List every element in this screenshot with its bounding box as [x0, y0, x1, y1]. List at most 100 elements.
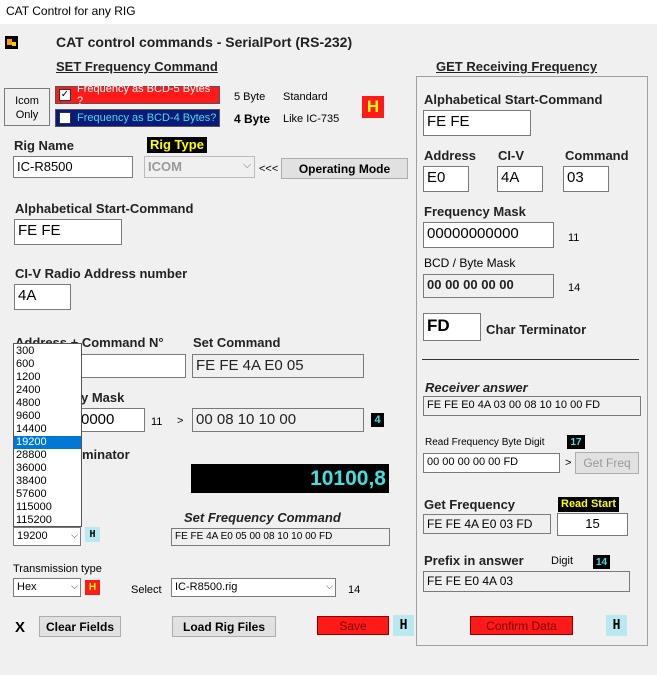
read-start-input[interactable]: 15: [557, 513, 628, 536]
page-title: CAT control commands - SerialPort (RS-23…: [56, 34, 353, 50]
read-start-label: Read Start: [558, 497, 620, 512]
baud-rate-dropdown[interactable]: 300 600 1200 2400 4800 9600 14400 19200 …: [13, 343, 82, 527]
h-badge-confirm[interactable]: H: [606, 615, 627, 636]
rig-type-select[interactable]: ICOM ⌵: [144, 156, 255, 178]
window-title-bar: CAT Control for any RIG: [0, 0, 657, 24]
window-title: CAT Control for any RIG: [6, 4, 136, 18]
bcd4-checkbox[interactable]: [59, 112, 71, 124]
byte5-text: 5 Byte: [234, 91, 266, 103]
rig-file-select[interactable]: IC-R8500.rig ⌵: [171, 578, 336, 597]
transmission-type-label: Transmission type: [13, 563, 102, 575]
baud-rate-value: 19200: [17, 530, 48, 542]
bcd-mask-value: 00 08 10 10 00: [192, 408, 364, 432]
baud-option[interactable]: 2400: [14, 384, 81, 397]
mask-length: 11: [151, 416, 163, 428]
civ-address-input[interactable]: 4A: [14, 284, 71, 310]
set-command-value: FE FE 4A E0 05: [192, 354, 364, 378]
icom-only-box: Icom Only: [4, 88, 50, 126]
get-section-heading: GET Receiving Frequency: [436, 59, 598, 74]
get-frequency-mask-label: Frequency Mask: [424, 204, 526, 219]
chevron-down-icon: ⌵: [71, 581, 78, 591]
alpha-start-label: Alphabetical Start-Command: [15, 201, 194, 216]
set-command-label: Set Command: [193, 335, 281, 350]
arrows-text: <<<: [259, 163, 279, 175]
receiver-answer-value: FE FE E0 4A 03 00 08 10 10 00 FD: [423, 396, 641, 416]
baud-option[interactable]: 4800: [14, 397, 81, 410]
gt-symbol: >: [177, 415, 184, 427]
get-command-input[interactable]: 03: [563, 166, 609, 192]
h-badge-save[interactable]: H: [393, 615, 414, 636]
transmission-type-select[interactable]: Hex ⌵: [13, 578, 81, 597]
bcd-byte-mask-value: 00 00 00 00 00: [423, 274, 554, 298]
frequency-display: 10100,8: [191, 464, 389, 493]
standard-text: Standard: [283, 91, 328, 103]
get-freq-button[interactable]: Get Freq: [575, 452, 639, 474]
bcd-byte-mask-length: 14: [568, 282, 581, 294]
get-frequency-mask-length: 11: [568, 232, 580, 244]
prefix-in-answer-label: Prefix in answer: [424, 553, 524, 568]
civ-address-label: CI-V Radio Address number: [15, 266, 188, 281]
section-divider: [422, 359, 639, 360]
char-terminator-label-get: Char Terminator: [486, 322, 587, 337]
rig-type-value: ICOM: [148, 159, 182, 174]
baud-option[interactable]: 38400: [14, 475, 81, 488]
chevron-down-icon: ⌵: [326, 581, 333, 591]
get-frequency-mask-input[interactable]: 00000000000: [423, 222, 554, 248]
operating-mode-button[interactable]: Operating Mode: [281, 158, 408, 179]
baud-option[interactable]: 9600: [14, 410, 81, 423]
confirm-data-button[interactable]: Confirm Data: [470, 616, 573, 635]
baud-option[interactable]: 115200: [14, 514, 81, 527]
icom-only-line1: Icom: [15, 95, 39, 107]
bcd-count-badge: 4: [371, 413, 384, 427]
digit-label: Digit: [551, 555, 574, 567]
h-badge-baud[interactable]: H: [85, 527, 100, 542]
bcd-byte-mask-label: BCD / Byte Mask: [424, 256, 516, 270]
rig-file-value: IC-R8500.rig: [175, 581, 238, 593]
bcd4-checkbox-row[interactable]: Frequency as BCD-4 Bytes?: [55, 109, 220, 127]
bcd5-label: Frequency as BCD-5 Bytes ?: [76, 83, 211, 107]
baud-option[interactable]: 57600: [14, 488, 81, 501]
receiver-answer-label: Receiver answer: [425, 380, 528, 395]
read-frequency-digit-label: Read Frequency Byte Digit: [425, 437, 545, 448]
close-x-label[interactable]: X: [15, 619, 25, 636]
baud-option-selected[interactable]: 19200: [14, 436, 81, 449]
alpha-start-input[interactable]: FE FE: [14, 219, 122, 245]
char-terminator-label: minator: [82, 447, 130, 462]
baud-rate-select[interactable]: 19200 ⌵: [13, 527, 81, 546]
get-alpha-start-label: Alphabetical Start-Command: [424, 92, 603, 107]
char-terminator-input[interactable]: FD: [423, 313, 481, 341]
set-frequency-command-label: Set Frequency Command: [184, 510, 341, 525]
rig-name-input[interactable]: IC-R8500: [13, 156, 133, 178]
save-button[interactable]: Save: [317, 616, 389, 635]
prefix-in-answer-value: FE FE E0 4A 03: [423, 571, 630, 592]
app-icon: [5, 36, 18, 49]
frequency-display-value: 10100,8: [310, 466, 386, 490]
get-civ-input[interactable]: 4A: [497, 166, 543, 192]
digit-count-badge: 14: [593, 555, 610, 569]
rig-file-count: 14: [348, 584, 361, 596]
read-digit-count-badge: 17: [567, 435, 585, 449]
load-rig-files-button[interactable]: Load Rig Files: [172, 616, 276, 637]
baud-option[interactable]: 115000: [14, 501, 81, 514]
get-address-input[interactable]: E0: [423, 166, 469, 192]
get-civ-label: CI-V: [498, 148, 524, 163]
baud-option[interactable]: 600: [14, 358, 81, 371]
baud-option[interactable]: 1200: [14, 371, 81, 384]
bcd5-checkbox[interactable]: ✓: [59, 89, 71, 101]
baud-option[interactable]: 36000: [14, 462, 81, 475]
set-frequency-command-value: FE FE 4A E0 05 00 08 10 10 00 FD: [171, 528, 390, 546]
transmission-type-value: Hex: [17, 581, 37, 593]
baud-option[interactable]: 14400: [14, 423, 81, 436]
icom-only-line2: Only: [15, 109, 39, 121]
baud-option[interactable]: 300: [14, 345, 81, 358]
h-badge-transmission[interactable]: H: [85, 580, 100, 595]
baud-option[interactable]: 28800: [14, 449, 81, 462]
rig-name-label: Rig Name: [14, 138, 74, 153]
get-alpha-start-input[interactable]: FE FE: [423, 110, 531, 136]
h-badge-red[interactable]: H: [362, 96, 384, 118]
select-label: Select: [131, 584, 162, 596]
bcd5-checkbox-row[interactable]: ✓ Frequency as BCD-5 Bytes ?: [55, 83, 220, 107]
clear-fields-button[interactable]: Clear Fields: [39, 616, 121, 637]
bcd4-label: Frequency as BCD-4 Bytes?: [77, 112, 217, 124]
frequency-mask-label: y Mask: [81, 390, 125, 405]
